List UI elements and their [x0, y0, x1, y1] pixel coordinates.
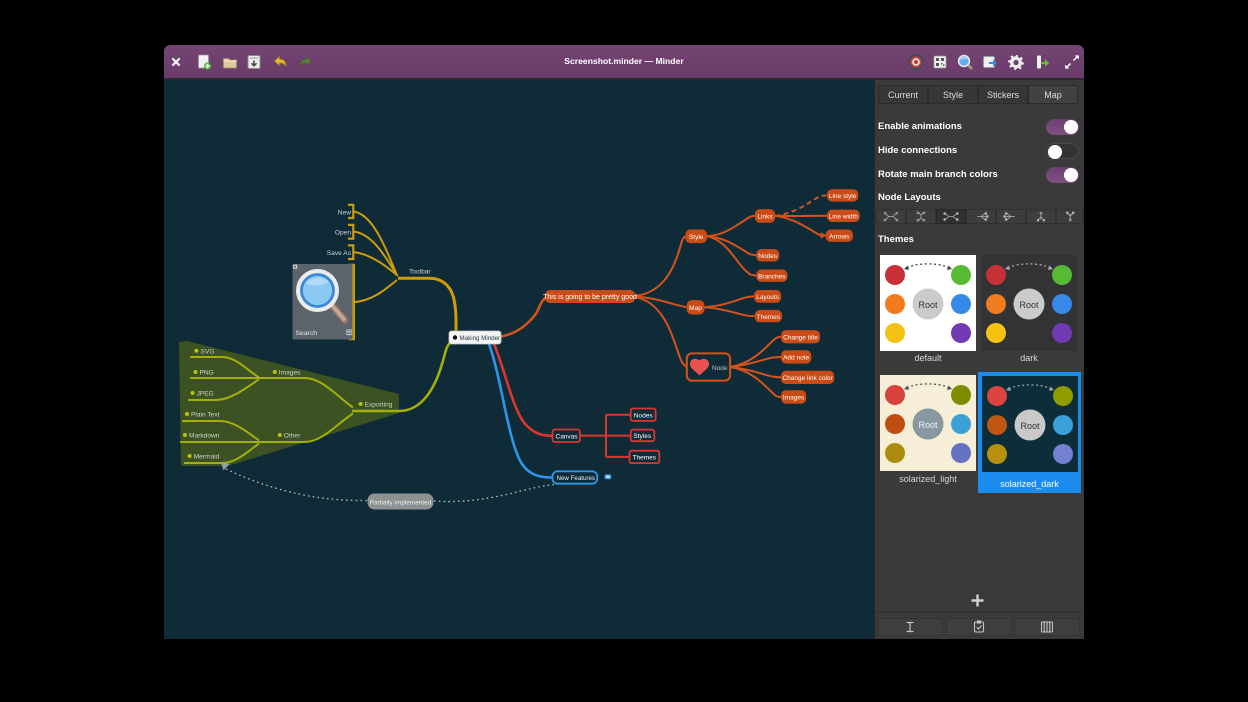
svg-text:Links: Links: [757, 214, 773, 221]
svg-text:Images: Images: [279, 370, 301, 377]
svg-text:Map: Map: [689, 305, 702, 312]
svg-text:SVG: SVG: [201, 348, 215, 355]
svg-text:Exporting: Exporting: [365, 402, 393, 409]
svg-text:Other: Other: [284, 433, 301, 440]
svg-text:Mermaid: Mermaid: [194, 454, 220, 461]
svg-text:Root: Root: [918, 420, 938, 430]
svg-text:Root: Root: [1019, 300, 1039, 310]
svg-text:Change link color: Change link color: [782, 375, 833, 382]
svg-text:Change title: Change title: [783, 334, 818, 341]
svg-text:Save As: Save As: [327, 250, 352, 257]
svg-text:JPEG: JPEG: [197, 391, 214, 398]
svg-text:Node: Node: [712, 365, 728, 372]
svg-text:Styles: Styles: [633, 433, 651, 440]
svg-text:New Features: New Features: [557, 475, 596, 482]
svg-text:Arrows: Arrows: [829, 233, 850, 240]
svg-text:Images: Images: [783, 395, 805, 402]
svg-text:Canvas: Canvas: [556, 433, 579, 440]
svg-text:Partially Implemented: Partially Implemented: [370, 499, 432, 506]
svg-text:New: New: [338, 209, 351, 216]
svg-text:Root: Root: [1020, 421, 1040, 431]
svg-text:Nodes: Nodes: [634, 412, 654, 419]
svg-text:Nodes: Nodes: [758, 253, 778, 260]
svg-text:Root: Root: [918, 300, 938, 310]
svg-text:Toolbar: Toolbar: [409, 269, 431, 276]
svg-text:Search: Search: [296, 330, 318, 337]
svg-text:Themes: Themes: [757, 314, 781, 321]
svg-text:Branches: Branches: [758, 273, 786, 280]
svg-text:This is going to be pretty goo: This is going to be pretty good: [543, 294, 637, 301]
svg-text:Themes: Themes: [633, 455, 657, 462]
svg-text:Making Minder: Making Minder: [460, 335, 501, 342]
svg-text:Layouts: Layouts: [756, 294, 780, 301]
svg-text:Markdown: Markdown: [189, 433, 220, 440]
svg-text:Line width: Line width: [829, 213, 859, 220]
svg-text:PNG: PNG: [200, 370, 214, 377]
svg-text:Style: Style: [689, 234, 704, 241]
svg-text:Open: Open: [335, 229, 351, 236]
svg-text:Plain Text: Plain Text: [191, 412, 220, 419]
svg-text:Add note: Add note: [783, 355, 809, 362]
svg-text:Line style: Line style: [829, 193, 857, 200]
